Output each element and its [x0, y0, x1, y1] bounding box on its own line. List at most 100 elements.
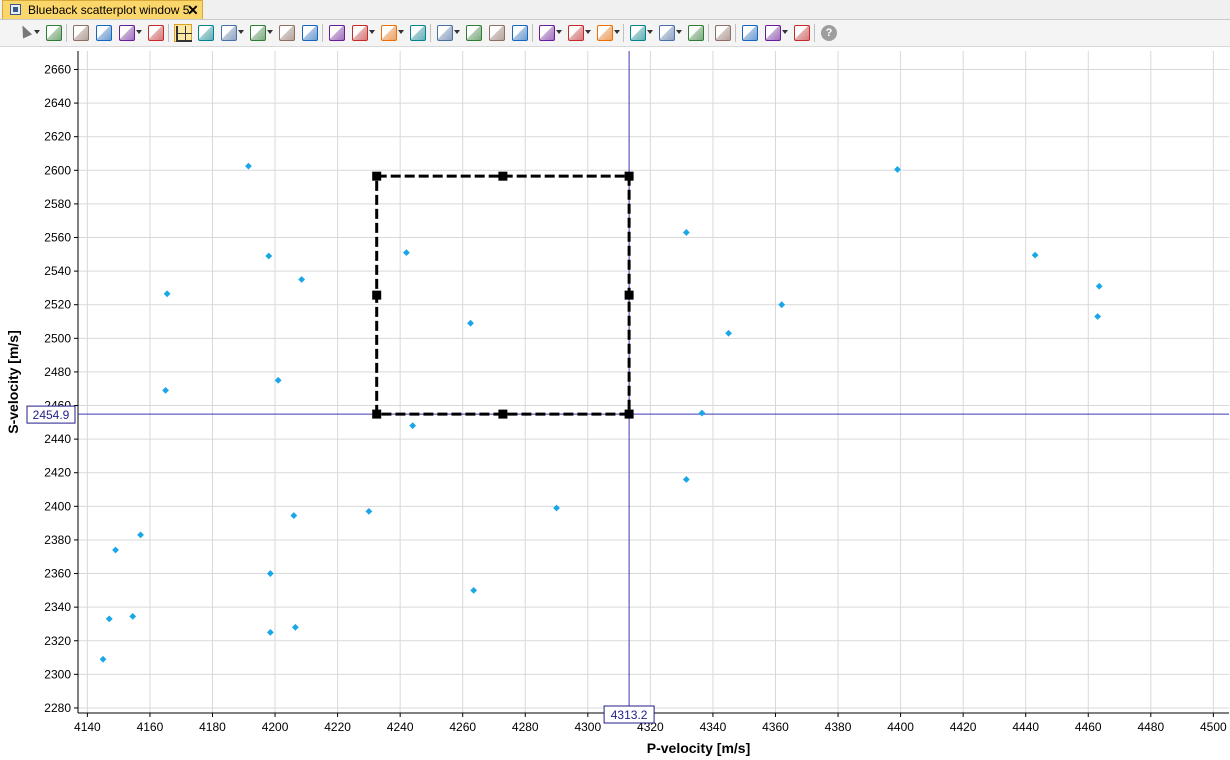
- scatterplot[interactable]: 4140 4160 4180 4200 4220 4240 4260 4280 4300 4320…: [0, 47, 1230, 760]
- tools-icon: [148, 25, 164, 41]
- table-options-icon: [765, 25, 781, 41]
- regression-button[interactable]: [328, 24, 346, 42]
- tools-button[interactable]: [147, 24, 165, 42]
- link-button[interactable]: [301, 24, 319, 42]
- help-button[interactable]: ?: [820, 24, 838, 42]
- polygon-handle[interactable]: [498, 409, 508, 419]
- x-tick-label: 4460: [1075, 720, 1102, 734]
- polygon-handle[interactable]: [372, 171, 382, 181]
- cursor-x-label: 4313.2: [611, 708, 648, 722]
- y-tick-label: 2420: [44, 466, 71, 480]
- stack-button[interactable]: [465, 24, 483, 42]
- rotate-icon: [279, 25, 295, 41]
- polygon-handle[interactable]: [624, 290, 634, 300]
- y-tick-label: 2360: [44, 567, 71, 581]
- x-tick-label: 4400: [887, 720, 914, 734]
- filter-box-button[interactable]: [596, 24, 620, 42]
- y-tick-label: 2500: [44, 331, 71, 345]
- grid-button[interactable]: [351, 24, 375, 42]
- chevron-down-icon: [369, 30, 375, 34]
- chart-button[interactable]: [511, 24, 529, 42]
- column-button[interactable]: [488, 24, 506, 42]
- star-box-button[interactable]: [538, 24, 562, 42]
- window-box-button[interactable]: [567, 24, 591, 42]
- new-polygon-button[interactable]: [629, 24, 653, 42]
- x-tick-label: 4140: [74, 720, 101, 734]
- bar-button[interactable]: [409, 24, 427, 42]
- toolbar: ?: [0, 20, 1230, 47]
- close-icon[interactable]: ✕: [187, 1, 199, 19]
- x-tick-label: 4500: [1200, 720, 1227, 734]
- new-table-icon: [742, 25, 758, 41]
- y-tick-label: 2440: [44, 432, 71, 446]
- y-tick-label: 2280: [44, 701, 71, 715]
- y-axis-title: S-velocity [m/s]: [5, 330, 21, 433]
- polygon-handle[interactable]: [372, 290, 382, 300]
- link-icon: [302, 25, 318, 41]
- dots-grid-button[interactable]: [380, 24, 404, 42]
- copy-window-button[interactable]: [72, 24, 90, 42]
- edit-polygon-button[interactable]: [658, 24, 682, 42]
- frame-button[interactable]: [220, 24, 244, 42]
- globe-button[interactable]: [436, 24, 460, 42]
- new-polygon-icon: [630, 25, 646, 41]
- select-tool-button[interactable]: [16, 23, 40, 42]
- tab-bar: Blueback scatterplot window 5 ✕: [0, 0, 1230, 20]
- border-button[interactable]: [249, 24, 273, 42]
- help-icon: ?: [821, 25, 837, 41]
- export-window-icon: [96, 25, 112, 41]
- y-tick-label: 2540: [44, 264, 71, 278]
- chevron-down-icon: [238, 30, 244, 34]
- table-grid-icon: [794, 25, 810, 41]
- color-table-button[interactable]: [197, 24, 215, 42]
- copy-window-icon: [73, 25, 89, 41]
- regression-icon: [329, 25, 345, 41]
- border-icon: [250, 25, 266, 41]
- view-eye-button[interactable]: [45, 24, 63, 42]
- chevron-down-icon: [398, 30, 404, 34]
- window-tab[interactable]: Blueback scatterplot window 5 ✕: [2, 0, 203, 19]
- y-tick-label: 2380: [44, 533, 71, 547]
- crosshair-button[interactable]: [174, 24, 192, 42]
- axis-button[interactable]: [714, 24, 732, 42]
- x-tick-label: 4160: [137, 720, 164, 734]
- toolbar-separator: [708, 24, 709, 42]
- stack-icon: [466, 25, 482, 41]
- polygon-handle[interactable]: [624, 409, 634, 419]
- axis-icon: [715, 25, 731, 41]
- y-tick-label: 2580: [44, 197, 71, 211]
- delete-polygon-button[interactable]: [687, 24, 705, 42]
- globe-icon: [437, 25, 453, 41]
- column-icon: [489, 25, 505, 41]
- chevron-down-icon: [34, 30, 40, 34]
- frame-icon: [221, 25, 237, 41]
- polygon-handle[interactable]: [624, 171, 634, 181]
- toolbar-separator: [66, 24, 67, 42]
- x-tick-label: 4360: [762, 720, 789, 734]
- polygon-handle[interactable]: [372, 409, 382, 419]
- x-tick-label: 4240: [387, 720, 414, 734]
- new-table-button[interactable]: [741, 24, 759, 42]
- table-grid-button[interactable]: [793, 24, 811, 42]
- y-tick-label: 2620: [44, 130, 71, 144]
- table-options-button[interactable]: [764, 24, 788, 42]
- export-window-button[interactable]: [95, 24, 113, 42]
- chevron-down-icon: [267, 30, 273, 34]
- color-table-icon: [198, 25, 214, 41]
- x-tick-label: 4420: [950, 720, 977, 734]
- y-tick-label: 2600: [44, 163, 71, 177]
- x-tick-label: 4280: [512, 720, 539, 734]
- y-tick-label: 2640: [44, 96, 71, 110]
- toolbar-separator: [735, 24, 736, 42]
- chevron-down-icon: [676, 30, 682, 34]
- window-box-icon: [568, 25, 584, 41]
- scatterplot-window-icon: [10, 4, 21, 15]
- layers-button[interactable]: [118, 24, 142, 42]
- y-tick-label: 2660: [44, 62, 71, 76]
- y-tick-label: 2300: [44, 667, 71, 681]
- chevron-down-icon: [647, 30, 653, 34]
- rotate-button[interactable]: [278, 24, 296, 42]
- polygon-handle[interactable]: [498, 171, 508, 181]
- chevron-down-icon: [585, 30, 591, 34]
- toolbar-separator: [532, 24, 533, 42]
